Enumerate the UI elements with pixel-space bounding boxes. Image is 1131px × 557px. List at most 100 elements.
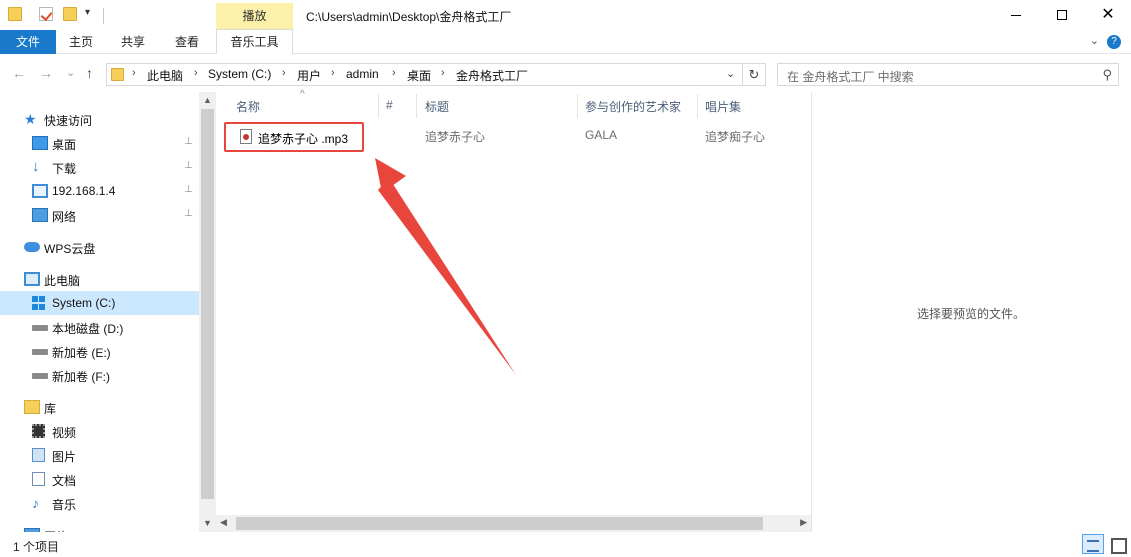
tab-music-tools[interactable]: 音乐工具 [216,29,293,54]
breadcrumb-separator: › [392,67,396,79]
file-title: 追梦赤子心 [425,130,486,144]
sidebar-item-system-c[interactable]: System (C:) [0,291,199,315]
new-folder-icon[interactable] [63,7,77,21]
sidebar-item-downloads[interactable]: ↓ 下载 ⊥ [0,155,199,179]
quick-access-dropdown-icon[interactable]: ▾ [85,7,90,18]
column-header-name[interactable]: 名称 [236,98,260,115]
sidebar-item-drive-e[interactable]: 新加卷 (E:) [0,339,199,363]
document-icon [32,472,45,486]
drive-icon [32,325,48,331]
monitor-icon [32,184,48,198]
column-divider[interactable] [577,94,578,118]
breadcrumb-system-c[interactable]: System (C:) [208,67,271,81]
sort-ascending-icon: ^ [300,89,305,100]
maximize-button[interactable] [1039,0,1085,30]
column-divider[interactable] [378,94,379,118]
close-button[interactable]: ✕ [1085,0,1131,30]
drive-icon [32,349,48,355]
tab-file[interactable]: 文件 [0,30,56,54]
up-button[interactable]: ↑ [86,65,93,81]
details-view-icon[interactable] [1082,534,1104,554]
cloud-icon [24,242,40,252]
sidebar-item-drive-f[interactable]: 新加卷 (F:) [0,363,199,387]
sidebar-item-videos[interactable]: 视频 [0,419,199,443]
folder-icon [111,68,124,81]
tab-play-context[interactable]: 播放 [216,3,293,30]
back-button[interactable]: ← [12,65,26,81]
tab-share[interactable]: 共享 [110,30,156,54]
sidebar-item-documents[interactable]: 文档 [0,467,199,491]
column-header-title[interactable]: 标题 [425,98,449,115]
breadcrumb-users[interactable]: 用户 [297,67,321,84]
refresh-button[interactable]: ↻ [743,63,766,86]
column-divider[interactable] [697,94,698,118]
breadcrumb-current-folder[interactable]: 金舟格式工厂 [456,67,528,84]
sidebar-item-libraries[interactable]: 库 [0,395,199,419]
properties-icon[interactable] [39,7,53,21]
large-icons-view-icon[interactable] [1107,534,1127,554]
sidebar-item-label: 图片 [52,450,77,464]
video-icon [32,424,45,438]
column-header-artist[interactable]: 参与创作的艺术家 [585,98,681,115]
address-dropdown-icon[interactable]: ⌄ [726,67,735,80]
search-input[interactable]: 在 金舟格式工厂 中搜索 ⚲ [777,63,1119,86]
breadcrumb-separator: › [441,67,445,79]
folder-icon[interactable] [8,7,22,21]
recent-locations-button[interactable]: ⌄ [66,66,75,79]
breadcrumb-separator: › [282,67,286,79]
scroll-up-icon[interactable]: ▲ [199,92,216,109]
library-icon [24,400,40,414]
search-placeholder: 在 金舟格式工厂 中搜索 [787,70,914,84]
sidebar-item-label: 快速访问 [44,114,93,128]
tab-view[interactable]: 查看 [164,30,210,54]
scrollbar-thumb[interactable] [236,517,763,530]
tab-home[interactable]: 主页 [58,30,104,54]
horizontal-scrollbar[interactable]: ◀ ▶ [216,515,811,532]
scroll-left-icon[interactable]: ◀ [220,517,227,528]
sidebar-item-label: 网络 [52,210,77,224]
breadcrumb-admin[interactable]: admin [346,67,379,81]
breadcrumb-this-pc[interactable]: 此电脑 [147,67,183,84]
address-bar[interactable]: › 此电脑 › System (C:) › 用户 › admin › 桌面 › … [106,63,743,86]
pin-icon: ⊥ [184,160,193,171]
sidebar-item-music[interactable]: ♪ 音乐 [0,491,199,515]
table-row[interactable]: 追梦赤子心 .mp3 [224,122,364,152]
sidebar-scrollbar[interactable]: ▲ ▼ [199,92,216,532]
sidebar-item-network[interactable]: 网络 [0,523,199,532]
minimize-button[interactable] [993,0,1039,30]
ribbon-expand-icon[interactable]: ⌄ [1090,34,1099,47]
sidebar-item-label: 桌面 [52,138,77,152]
forward-button[interactable]: → [39,65,53,81]
sidebar-item-drive-d[interactable]: 本地磁盘 (D:) [0,315,199,339]
item-count: 1 个项目 [13,540,60,554]
breadcrumb-desktop[interactable]: 桌面 [407,67,431,84]
column-header-album[interactable]: 唱片集 [705,98,741,115]
sidebar-item-label: 音乐 [52,498,77,512]
breadcrumb-separator: › [331,67,335,79]
sidebar-item-quick-access[interactable]: ★ 快速访问 [0,107,199,131]
window-title: C:\Users\admin\Desktop\金舟格式工厂 [306,10,512,24]
sidebar-item-this-pc[interactable]: 此电脑 [0,267,199,291]
pin-icon: ⊥ [184,136,193,147]
title-bar: ▾ 播放 C:\Users\admin\Desktop\金舟格式工厂 ✕ [0,0,1131,30]
search-icon: ⚲ [1102,67,1112,82]
column-header-number[interactable]: # [386,98,393,112]
column-divider[interactable] [416,94,417,118]
scrollbar-thumb[interactable] [201,109,214,499]
desktop-icon [32,136,48,150]
sidebar-item-pictures[interactable]: 图片 [0,443,199,467]
sidebar-item-network-pinned[interactable]: 网络 ⊥ [0,203,199,227]
scroll-down-icon[interactable]: ▼ [199,515,216,532]
network-icon [32,208,48,222]
sidebar-item-ip-address[interactable]: 192.168.1.4 ⊥ [0,179,199,203]
sidebar-item-label: 下载 [52,162,77,176]
breadcrumb-separator: › [194,67,198,79]
sidebar-item-wps-cloud[interactable]: WPS云盘 [0,235,199,259]
divider [811,92,812,532]
download-icon: ↓ [32,158,40,175]
sidebar-item-desktop[interactable]: 桌面 ⊥ [0,131,199,155]
sidebar-item-label: 新加卷 (E:) [52,346,111,360]
help-icon[interactable]: ? [1107,35,1121,49]
scroll-right-icon[interactable]: ▶ [800,517,807,528]
file-explorer-window: ▾ 播放 C:\Users\admin\Desktop\金舟格式工厂 ✕ 文件 … [0,0,1131,557]
